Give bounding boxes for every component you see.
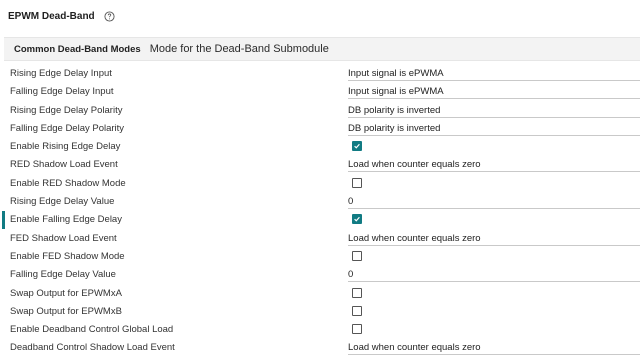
setting-label: Swap Output for EPWMxB [10, 305, 122, 317]
setting-label: FED Shadow Load Event [10, 232, 117, 244]
setting-label: Enable Falling Edge Delay [10, 214, 122, 226]
checkbox-checked[interactable] [352, 141, 362, 152]
setting-row: Rising Edge Delay Value 0 [0, 193, 640, 211]
setting-value-field[interactable]: DB polarity is inverted [348, 123, 640, 136]
setting-row: Rising Edge Delay Polarity DB polarity is… [0, 102, 640, 120]
setting-row: Enable Falling Edge Delay [0, 211, 640, 230]
setting-label: Enable Deadband Control Global Load [10, 324, 174, 336]
checkbox[interactable] [352, 287, 362, 298]
setting-row: Enable Deadband Control Global Load [0, 321, 640, 339]
setting-label: RED Shadow Load Event [10, 159, 118, 171]
setting-row: RED Shadow Load Event Load when counter e… [0, 156, 640, 174]
page-title: EPWM Dead-Band [8, 10, 95, 22]
setting-value-field[interactable]: 0 [348, 196, 640, 210]
question-circle-icon[interactable] [104, 10, 115, 22]
section-title: Common Dead-Band Modes [14, 43, 141, 55]
setting-value-field[interactable]: Input signal is ePWMA [348, 86, 640, 100]
settings-list: Rising Edge Delay Input Input signal is e… [0, 65, 640, 358]
setting-label: Falling Edge Delay Value [10, 269, 116, 281]
setting-label: Enable RED Shadow Mode [10, 177, 126, 189]
checkbox[interactable] [352, 305, 362, 316]
setting-value-field[interactable]: DB polarity is inverted [348, 105, 640, 118]
setting-value-field[interactable]: Input signal is ePWMA [348, 68, 640, 81]
setting-label: Swap Output for EPWMxA [10, 287, 122, 299]
setting-label: Falling Edge Delay Input [10, 86, 114, 98]
check-icon [354, 144, 360, 149]
setting-row: FED Shadow Load Event Load when counter e… [0, 230, 640, 248]
setting-label: Enable Rising Edge Delay [10, 141, 121, 153]
setting-label: Deadband Control Shadow Load Event [10, 342, 175, 354]
setting-row: Enable Rising Edge Delay [0, 138, 640, 156]
setting-value-field[interactable]: Load when counter equals zero [348, 342, 640, 356]
setting-value-field[interactable]: Load when counter equals zero [348, 233, 640, 246]
dead-band-panel: EPWM Dead-Band Common Dead-Band Modes Mo… [0, 0, 640, 360]
setting-label: Rising Edge Delay Value [10, 196, 115, 208]
setting-label: Enable FED Shadow Mode [10, 250, 125, 262]
setting-row: Deadband Control Shadow Load Event Load w… [0, 339, 640, 357]
setting-row: Falling Edge Delay Value 0 [0, 266, 640, 284]
setting-label: Falling Edge Delay Polarity [10, 122, 125, 134]
setting-row: Falling Edge Delay Polarity DB polarity i… [0, 120, 640, 138]
setting-row: Swap Output for EPWMxA [0, 285, 640, 303]
setting-row: Swap Output for EPWMxB [0, 303, 640, 321]
active-row-marker [2, 211, 5, 230]
checkbox[interactable] [352, 177, 362, 188]
setting-label: Rising Edge Delay Polarity [10, 104, 123, 116]
checkbox-checked[interactable] [352, 214, 362, 225]
setting-row: Enable RED Shadow Mode [0, 175, 640, 193]
checkbox[interactable] [352, 250, 362, 261]
setting-label: Rising Edge Delay Input [10, 68, 112, 79]
setting-value-field[interactable]: 0 [348, 269, 640, 283]
setting-row: Enable FED Shadow Mode [0, 248, 640, 266]
title-row: EPWM Dead-Band [8, 8, 115, 24]
section-description: Mode for the Dead-Band Submodule [149, 43, 329, 55]
setting-row: Falling Edge Delay Input Input signal is … [0, 83, 640, 101]
section-header[interactable]: Common Dead-Band Modes Mode for the Dead… [4, 37, 640, 61]
check-icon [354, 217, 360, 222]
setting-row: Rising Edge Delay Input Input signal is e… [0, 65, 640, 83]
checkbox[interactable] [352, 324, 362, 335]
setting-value-field[interactable]: Load when counter equals zero [348, 159, 640, 173]
